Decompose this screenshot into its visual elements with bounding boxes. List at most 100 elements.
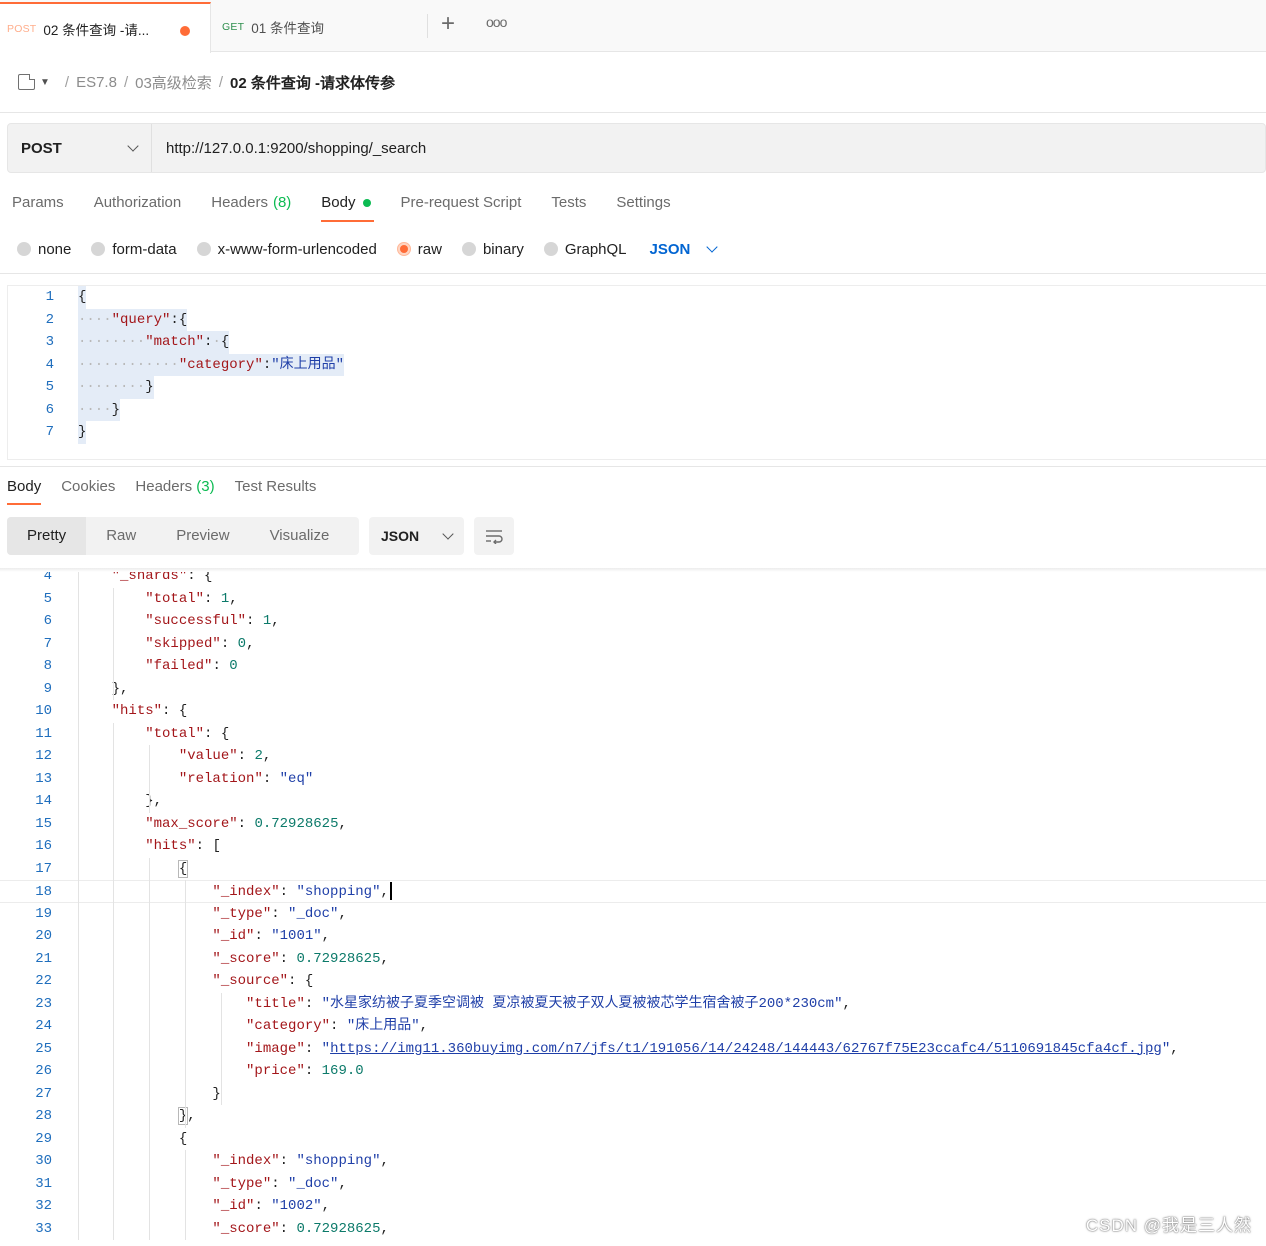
line-number: 22 bbox=[35, 973, 52, 989]
body-language-dropdown[interactable]: JSON bbox=[650, 240, 719, 258]
line-number: 15 bbox=[35, 815, 52, 832]
code-text: "_index": "shopping", bbox=[78, 881, 392, 904]
request-document-icon[interactable] bbox=[18, 74, 35, 90]
view-pretty-button[interactable]: Pretty bbox=[7, 517, 87, 555]
response-code-line: 11 "total": { bbox=[0, 723, 1266, 746]
line-number: 26 bbox=[35, 1063, 52, 1079]
response-view-toggle: Pretty Raw Preview Visualize bbox=[7, 517, 359, 555]
radio-form-data[interactable]: form-data bbox=[91, 241, 177, 258]
code-text: "_score": 0.72928625, bbox=[212, 1220, 389, 1237]
request-code-line[interactable]: 7} bbox=[8, 421, 1258, 444]
line-number: 14 bbox=[35, 793, 52, 809]
response-code-line: 32 "_id": "1002", bbox=[0, 1195, 1266, 1218]
breadcrumb-folder[interactable]: 03高级检索 bbox=[135, 72, 212, 93]
request-code-line[interactable]: 2 ····"query":{ bbox=[8, 308, 1258, 331]
code-text: { bbox=[177, 859, 189, 878]
code-text: "_type": "_doc", bbox=[212, 905, 347, 922]
radio-urlencoded[interactable]: x-www-form-urlencoded bbox=[196, 241, 377, 258]
response-body-viewer[interactable]: 4 "_shards": {5 "total": 1, 6 "successful… bbox=[0, 568, 1266, 1246]
radio-none[interactable]: none bbox=[17, 241, 71, 258]
tab-body[interactable]: Body bbox=[321, 186, 374, 222]
response-tabs: Body Cookies Headers (3) Test Results bbox=[7, 471, 336, 505]
code-text: "hits": [ bbox=[145, 838, 221, 854]
code-text: "_score": 0.72928625, bbox=[212, 950, 389, 967]
tab-settings[interactable]: Settings bbox=[616, 186, 670, 219]
response-code-line: 13 "relation": "eq" bbox=[0, 768, 1266, 791]
indent-guide bbox=[185, 880, 186, 1128]
tab-tests[interactable]: Tests bbox=[551, 186, 586, 219]
line-number: 17 bbox=[35, 860, 52, 877]
view-preview-button[interactable]: Preview bbox=[156, 517, 249, 555]
radio-binary[interactable]: binary bbox=[461, 241, 524, 258]
response-code-line: 25 "image": "https://img11.360buyimg.com… bbox=[0, 1038, 1266, 1061]
indent-guide bbox=[149, 745, 150, 813]
tab-response-body[interactable]: Body bbox=[7, 471, 42, 505]
tab-divider bbox=[427, 14, 428, 38]
code-text: "_type": "_doc", bbox=[212, 1175, 347, 1192]
response-code-line: 30 "_index": "shopping", bbox=[0, 1150, 1266, 1173]
line-number: 24 bbox=[35, 1018, 52, 1034]
code-text: "successful": 1, bbox=[145, 613, 280, 629]
code-text: "total": 1, bbox=[145, 590, 238, 607]
wrap-lines-button[interactable] bbox=[474, 517, 514, 555]
radio-icon bbox=[91, 242, 106, 256]
request-code-line[interactable]: 4 ············"category":"床上用品" bbox=[8, 353, 1258, 376]
watermark: CSDN @我是三人然 bbox=[1085, 1216, 1252, 1235]
tab-get-request[interactable]: GET 01 条件查询 bbox=[212, 2, 427, 52]
radio-raw[interactable]: raw bbox=[396, 241, 442, 258]
new-tab-plus-icon[interactable]: + bbox=[441, 12, 455, 36]
request-body-editor[interactable]: 1{2 ····"query":{3 ········"match":·{4 ····… bbox=[7, 285, 1266, 460]
code-text: ········} bbox=[78, 376, 154, 399]
code-text: "_id": "1002", bbox=[212, 1198, 331, 1214]
line-number: 10 bbox=[35, 703, 52, 719]
body-type-selector: none form-data x-www-form-urlencoded raw… bbox=[17, 236, 719, 262]
response-code-line: 9 }, bbox=[0, 678, 1266, 701]
response-code-line: 20 "_id": "1001", bbox=[0, 925, 1266, 948]
code-text: "category": "床上用品", bbox=[246, 1018, 429, 1034]
tab-test-results[interactable]: Test Results bbox=[235, 471, 317, 503]
url-input[interactable]: http://127.0.0.1:9200/shopping/_search bbox=[166, 140, 426, 157]
response-code-line: 21 "_score": 0.72928625, bbox=[0, 948, 1266, 971]
line-number: 2 bbox=[45, 311, 54, 328]
view-visualize-button[interactable]: Visualize bbox=[250, 517, 350, 555]
request-name[interactable]: 02 条件查询 -请求体传参 bbox=[230, 72, 395, 93]
tab-post-request[interactable]: POST 02 条件查询 -请... bbox=[0, 2, 211, 53]
tab-method-label: POST bbox=[7, 22, 37, 35]
tab-response-headers[interactable]: Headers (3) bbox=[135, 471, 214, 503]
response-format-dropdown[interactable]: JSON bbox=[369, 517, 464, 555]
line-number: 21 bbox=[35, 950, 52, 967]
request-code-line[interactable]: 6 ····} bbox=[8, 398, 1258, 421]
method-dropdown[interactable]: POST bbox=[8, 124, 152, 172]
view-raw-button[interactable]: Raw bbox=[86, 517, 156, 555]
response-headers-count: (3) bbox=[196, 478, 215, 495]
line-number: 6 bbox=[45, 401, 54, 418]
tab-headers[interactable]: Headers (8) bbox=[211, 186, 291, 219]
line-number: 1 bbox=[45, 289, 54, 305]
tab-pre-request-script[interactable]: Pre-request Script bbox=[401, 186, 522, 219]
line-number: 6 bbox=[43, 613, 52, 629]
line-number: 5 bbox=[43, 590, 52, 607]
line-number: 20 bbox=[35, 928, 52, 944]
more-tabs-icon[interactable]: ooo bbox=[486, 14, 507, 30]
response-code-line: 14 }, bbox=[0, 790, 1266, 813]
line-number: 13 bbox=[35, 770, 52, 787]
tab-params[interactable]: Params bbox=[12, 186, 64, 219]
chevron-down-icon bbox=[127, 139, 139, 152]
indent-guide bbox=[149, 857, 150, 1240]
code-text: ············"category":"床上用品" bbox=[78, 353, 345, 376]
tab-cookies[interactable]: Cookies bbox=[61, 471, 115, 503]
indent-guide bbox=[78, 568, 79, 1240]
response-code-line: 6 "successful": 1, bbox=[0, 610, 1266, 633]
request-code-line[interactable]: 5 ········} bbox=[8, 376, 1258, 399]
code-text: }, bbox=[111, 680, 129, 697]
line-number: 11 bbox=[35, 725, 52, 742]
tab-authorization[interactable]: Authorization bbox=[94, 186, 182, 219]
caret-down-icon[interactable]: ▼ bbox=[40, 77, 50, 88]
text-caret bbox=[389, 882, 392, 901]
radio-graphql[interactable]: GraphQL bbox=[543, 241, 627, 258]
chevron-down-icon bbox=[706, 240, 719, 253]
request-code-line[interactable]: 1{ bbox=[8, 286, 1258, 309]
wrap-lines-icon bbox=[486, 530, 503, 544]
breadcrumb-collection[interactable]: ES7.8 bbox=[76, 74, 117, 91]
request-code-line[interactable]: 3 ········"match":·{ bbox=[8, 331, 1258, 354]
